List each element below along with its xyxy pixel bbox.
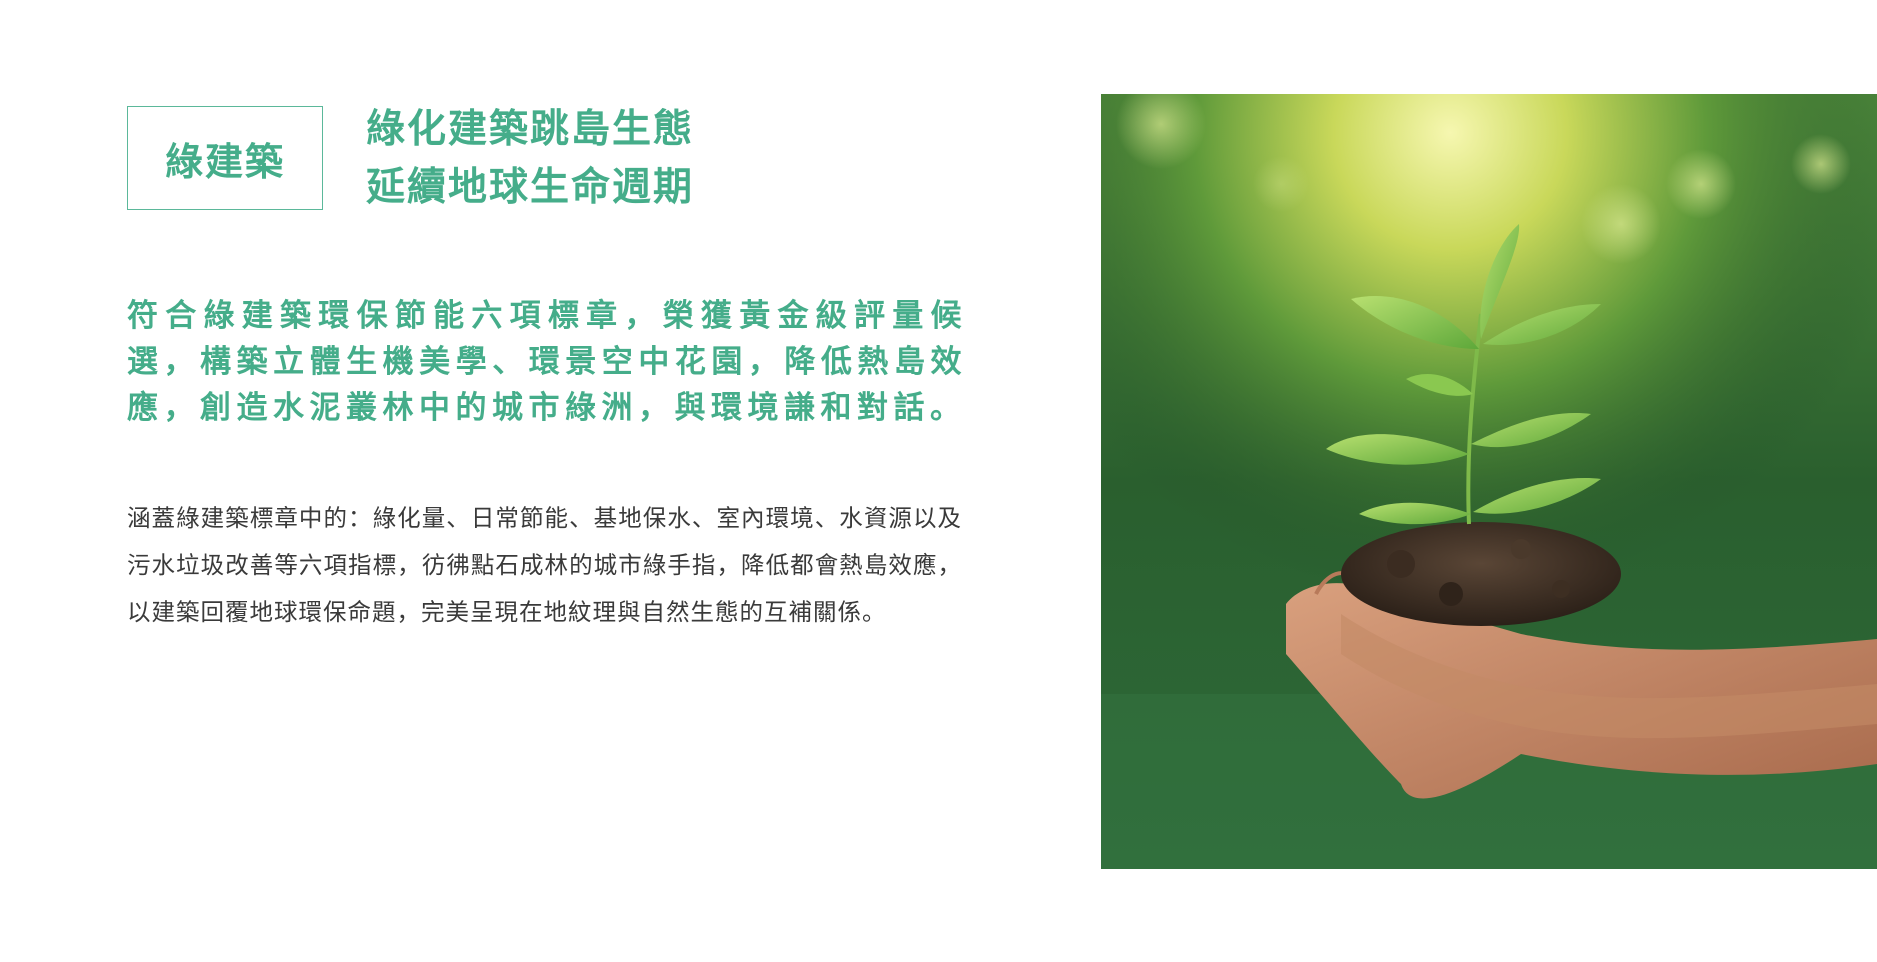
body-paragraph: 涵蓋綠建築標章中的：綠化量、日常節能、基地保水、室內環境、水資源以及污水垃圾改善…	[127, 504, 962, 626]
headline-line-1: 綠化建築跳島生態	[366, 106, 695, 152]
green-building-badge: 綠建築	[127, 106, 323, 210]
headline-line-2: 延續地球生命週期	[366, 164, 695, 210]
lead-paragraph: 符合綠建築環保節能六項標章，榮獲黃金級評量候選，構築立體生機美學、環景空中花園，…	[127, 298, 967, 426]
badge-label: 綠建築	[164, 138, 285, 184]
page: 綠建築 綠化建築跳島生態 延續地球生命週期 符合綠建築環保節能六項標章，榮獲黃金…	[0, 0, 1877, 962]
headline: 綠化建築跳島生態 延續地球生命週期	[366, 100, 694, 216]
seedling-photo	[1101, 94, 1877, 869]
